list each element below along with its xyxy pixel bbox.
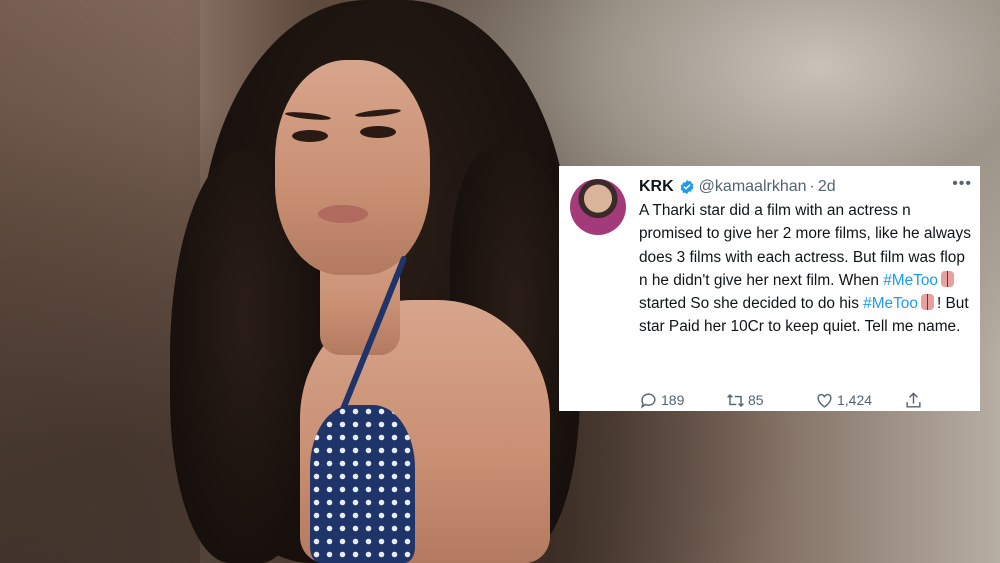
share-button[interactable] (904, 391, 926, 410)
emoji-icon (940, 270, 954, 287)
tweet-text-part-2: started So she decided to do his (639, 295, 864, 313)
tweet-header: KRK @kamaalrkhan · 2d (639, 177, 970, 197)
retweet-count: 85 (748, 392, 764, 408)
reply-count: 189 (661, 392, 685, 408)
hashtag-link[interactable]: #MeToo (863, 295, 918, 312)
hashtag-link[interactable]: #MeToo (883, 272, 938, 289)
display-name[interactable]: KRK (639, 178, 674, 196)
share-icon (906, 391, 921, 408)
face (275, 60, 430, 275)
like-button[interactable]: 1,424 (815, 391, 904, 410)
retweet-button[interactable]: 85 (726, 391, 815, 410)
polka-dot-bikini (310, 405, 415, 563)
like-icon (817, 393, 832, 408)
tweet-actions: 189 85 1,424 (639, 390, 939, 410)
background-blur-left (0, 0, 200, 563)
handle[interactable]: @kamaalrkhan (699, 178, 807, 196)
eye-right (360, 126, 396, 138)
separator: · (809, 178, 815, 195)
eye-left (292, 130, 328, 142)
emoji-icon (920, 294, 934, 311)
verified-icon (679, 179, 695, 195)
tweet-card: KRK @kamaalrkhan · 2d ••• A Tharki star … (559, 166, 980, 411)
retweet-icon (727, 393, 744, 407)
like-count: 1,424 (837, 392, 873, 408)
timestamp[interactable]: 2d (818, 178, 836, 196)
lips (318, 205, 368, 223)
reply-icon (640, 392, 656, 409)
avatar[interactable] (570, 179, 626, 235)
tweet-text: A Tharki star did a film with an actress… (639, 199, 975, 339)
reply-button[interactable]: 189 (639, 391, 726, 410)
more-icon[interactable]: ••• (952, 175, 972, 193)
